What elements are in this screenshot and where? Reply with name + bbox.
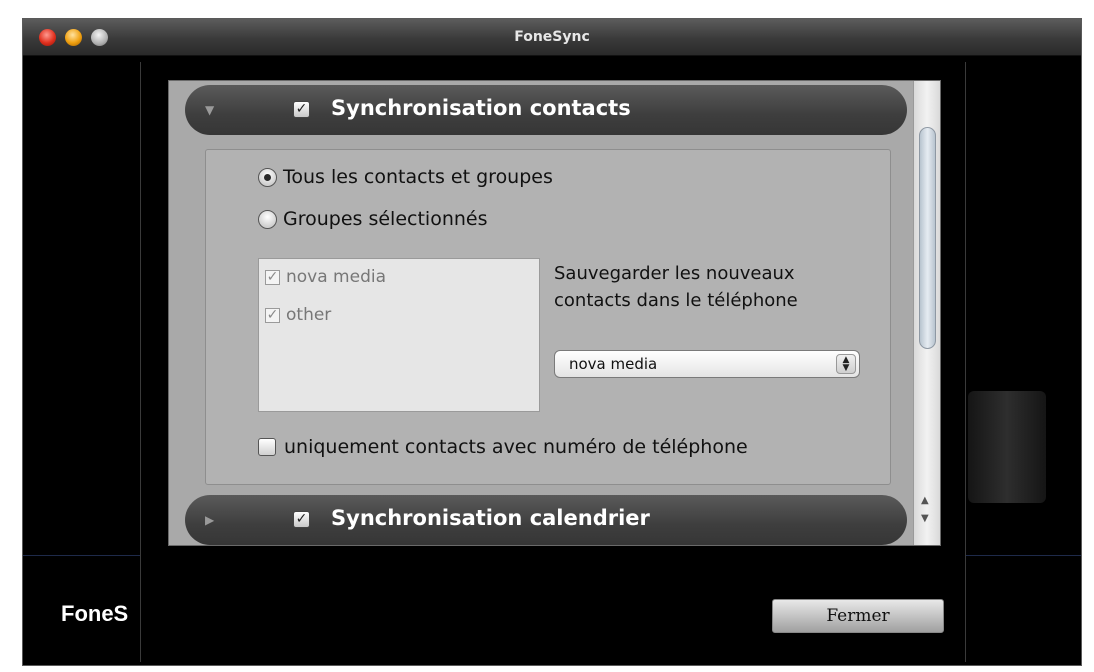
phone-only-checkbox[interactable]	[258, 438, 276, 456]
contacts-sync-label: Synchronisation contacts	[331, 96, 631, 120]
radio-selected-groups-label: Groupes sélectionnés	[283, 208, 488, 230]
disclosure-expanded-icon[interactable]: ▼	[205, 103, 214, 117]
contacts-sync-options: Tous les contacts et groupes Groupes sél…	[205, 149, 891, 485]
scroll-up-arrow-icon[interactable]: ▲	[921, 495, 929, 506]
save-target-value: nova media	[569, 355, 658, 373]
group-label: other	[286, 305, 332, 325]
group-checkbox: ✓	[265, 268, 280, 285]
section-header-contacts[interactable]: ▼ ✓ Synchronisation contacts	[185, 85, 907, 135]
group-label: nova media	[286, 267, 387, 287]
phone-only-label: uniquement contacts avec numéro de télép…	[284, 436, 748, 458]
radio-all-contacts-row[interactable]: Tous les contacts et groupes	[258, 166, 553, 188]
vertical-scrollbar[interactable]: ▲ ▼	[913, 81, 940, 545]
group-item: ✓ other	[265, 305, 331, 325]
save-new-contacts-label: Sauvegarder les nouveaux contacts dans l…	[554, 260, 854, 314]
phone-only-row[interactable]: uniquement contacts avec numéro de télép…	[258, 436, 748, 458]
background-app-logo: FoneS	[61, 601, 129, 626]
select-arrows-icon: ▲ ▼	[836, 354, 856, 374]
radio-selected-groups[interactable]	[258, 209, 277, 229]
sync-settings-panel: ▼ ✓ Synchronisation contacts Tous les co…	[168, 80, 941, 546]
disclosure-collapsed-icon[interactable]: ▶	[205, 513, 214, 527]
calendar-sync-checkbox[interactable]: ✓	[293, 511, 310, 528]
group-item: ✓ nova media	[265, 267, 386, 287]
scrollbar-thumb[interactable]	[919, 127, 936, 349]
save-text-line-2: contacts dans le téléphone	[554, 290, 798, 311]
contacts-sync-checkbox[interactable]: ✓	[293, 101, 310, 118]
group-list: ✓ nova media ✓ other	[258, 258, 540, 412]
radio-all-contacts[interactable]	[258, 167, 277, 187]
close-button[interactable]: Fermer	[772, 599, 944, 633]
window-title: FoneSync	[514, 29, 590, 45]
save-target-select[interactable]: nova media ▲ ▼	[554, 350, 860, 378]
radio-selected-groups-row[interactable]: Groupes sélectionnés	[258, 208, 488, 230]
save-text-line-1: Sauvegarder les nouveaux	[554, 263, 795, 284]
section-header-calendar[interactable]: ▶ ✓ Synchronisation calendrier	[185, 495, 907, 545]
radio-all-contacts-label: Tous les contacts et groupes	[283, 166, 553, 188]
background-device-glow	[968, 391, 1046, 503]
scroll-down-arrow-icon[interactable]: ▼	[921, 513, 929, 524]
group-checkbox: ✓	[265, 306, 280, 323]
title-bar[interactable]: FoneSync	[23, 19, 1081, 56]
calendar-sync-label: Synchronisation calendrier	[331, 506, 650, 530]
